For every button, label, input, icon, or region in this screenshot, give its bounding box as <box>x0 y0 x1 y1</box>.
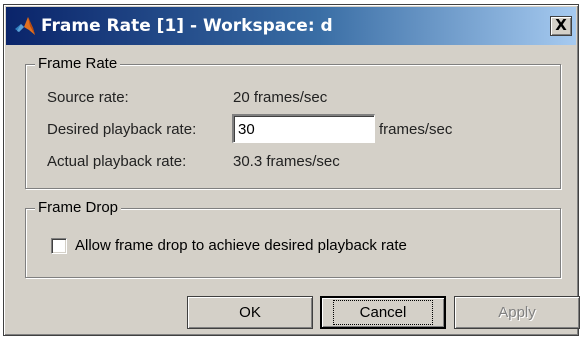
ok-button-label: OK <box>239 304 261 321</box>
close-button[interactable]: X <box>550 16 572 36</box>
window-title: Frame Rate [1] - Workspace: d <box>41 16 333 36</box>
apply-button-label: Apply <box>498 304 536 321</box>
matlab-icon <box>12 13 38 39</box>
frame-rate-dialog: Frame Rate [1] - Workspace: d X Frame Ra… <box>3 4 580 336</box>
desired-rate-unit: frames/sec <box>379 121 453 138</box>
actual-rate-value: 30.3 frames/sec <box>233 153 340 170</box>
allow-frame-drop-label[interactable]: Allow frame drop to achieve desired play… <box>75 237 407 254</box>
allow-frame-drop-checkbox[interactable] <box>51 238 67 254</box>
frame-drop-group-label: Frame Drop <box>35 198 122 218</box>
cancel-button[interactable]: Cancel <box>320 296 446 329</box>
ok-button[interactable]: OK <box>187 296 313 329</box>
source-rate-value: 20 frames/sec <box>233 89 328 106</box>
apply-button[interactable]: Apply <box>454 296 580 329</box>
title-bar[interactable]: Frame Rate [1] - Workspace: d X <box>6 7 576 45</box>
desired-rate-label: Desired playback rate: <box>47 121 197 138</box>
source-rate-label: Source rate: <box>47 89 129 106</box>
desired-rate-input[interactable] <box>232 114 375 143</box>
cancel-button-label: Cancel <box>332 300 434 325</box>
actual-rate-label: Actual playback rate: <box>47 153 187 170</box>
frame-rate-group-label: Frame Rate <box>35 54 121 74</box>
